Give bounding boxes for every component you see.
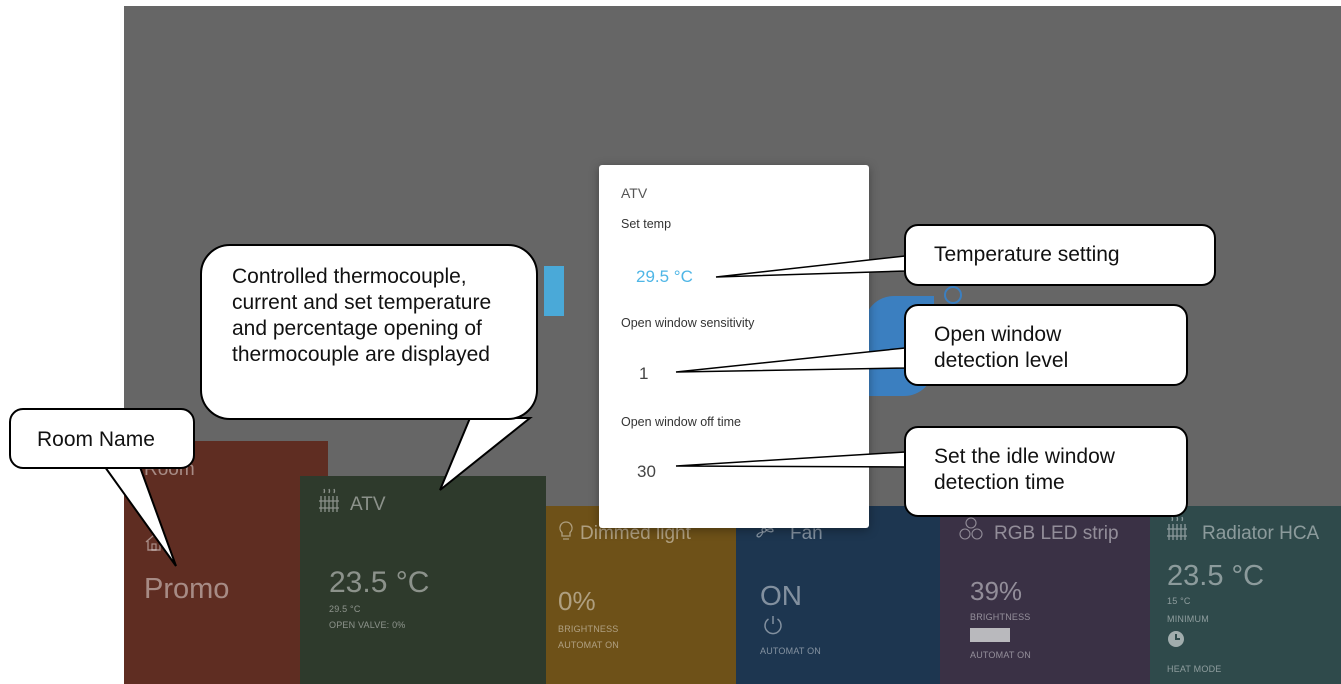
room-name-callout: Room Name	[9, 408, 195, 469]
idle-pointer	[675, 451, 906, 468]
open-window-callout-line: Open window	[934, 323, 1062, 346]
thermo-callout-line: Controlled thermocouple,	[232, 265, 467, 288]
thermo-callout: Controlled thermocouple, current and set…	[200, 244, 538, 420]
room-name-callout-text: Room Name	[37, 428, 155, 451]
idle-window-callout-line: Set the idle window	[934, 445, 1115, 468]
idle-window-callout: Set the idle window detection time	[904, 426, 1188, 517]
open-window-pointer	[675, 347, 906, 373]
temp-setting-pointer	[715, 255, 906, 278]
room-callout-tail	[103, 466, 177, 567]
open-window-callout: Open window detection level	[904, 304, 1188, 386]
idle-window-callout-line: detection time	[934, 471, 1065, 494]
thermo-callout-tail	[439, 417, 533, 491]
thermo-callout-line: current and set temperature	[232, 291, 492, 314]
open-window-callout-line: detection level	[934, 349, 1069, 372]
thermo-callout-line: thermocouple are displayed	[232, 343, 490, 366]
temperature-setting-callout: Temperature setting	[904, 224, 1216, 286]
thermo-callout-line: and percentage opening of	[232, 317, 482, 340]
temperature-setting-callout-text: Temperature setting	[934, 243, 1120, 266]
